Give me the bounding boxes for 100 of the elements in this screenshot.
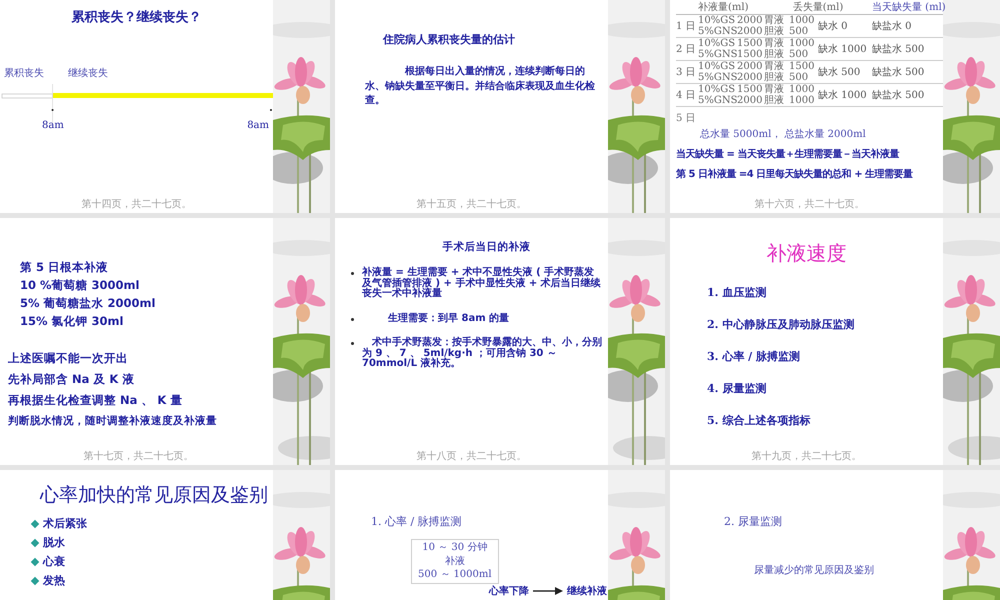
table-cell-text: 3 日 — [676, 66, 697, 79]
timeline-label: 继续丧失 — [68, 66, 108, 80]
list-item: 3. 心率 / 脉搏监测 — [707, 349, 801, 364]
text-line: 判断脱水情况，随时调整补液速度及补液量 — [8, 414, 218, 428]
arrow-icon — [533, 586, 563, 594]
slide-thumbnail[interactable]: 补液速度 1. 血压监测 2. 中心静脉压及肺动脉压监测 3. 心率 / 脉搏监测 4. 尿量监测 5. 综合上述各项指标 第十九页，共二十七页。 — [670, 218, 1000, 465]
bullet-text: 术中手术野蒸发：按手术野暴露的大、中、小，分别为 9 、 7 、 5ml/kg·h ；可用含钠 30 ～ 70mmol/L 液补充。 — [362, 338, 603, 370]
note-text: 10 ～ 30 分钟 — [422, 541, 488, 554]
slide-thumbnail[interactable] — [670, 0, 1000, 213]
table-cell: 10%GS — [698, 38, 734, 49]
slide-thumbnail[interactable]: 累积丧失？继续丧失？ 累积丧失 继续丧失 8am 8am 第十四页，共二十七页。 — [0, 0, 330, 213]
slide-title: 手术后当日的补液 — [442, 240, 532, 254]
text-line: 15% 氯化钾 30ml — [20, 314, 124, 329]
note-text: 补液 — [444, 554, 465, 568]
list-item: 心衰 — [43, 554, 65, 569]
table-cell-text: 500 — [789, 49, 810, 60]
list-item: 1. 血压监测 — [707, 285, 768, 300]
formula-text: 第 5 日补液量 =4 日里每天缺失量的总和 + 生理需要量 — [676, 167, 914, 181]
table-cell-text: 500 — [789, 72, 810, 83]
table-cell-text: 缺水 1000 — [818, 88, 868, 102]
table-cell: 1500 — [789, 61, 815, 72]
table-cell-text: 500 — [789, 26, 810, 37]
table-cell: 1000 — [789, 38, 815, 49]
table-cell-text: 胃液 — [764, 61, 785, 72]
text-line: 10 %葡萄糖 3000ml — [20, 278, 140, 293]
table-cell: 2000 — [737, 61, 763, 72]
table-cell-text: 胆液 — [764, 26, 785, 37]
table-cell-text: 缺盐水 500 — [872, 42, 926, 56]
slide-thumbnail[interactable]: 2. 尿量监测 尿量减少的常见原因及鉴别 — [670, 470, 1000, 600]
bullet-icon — [351, 318, 354, 320]
bullet-text: 生理需要：到早 8am 的量 — [386, 314, 510, 324]
slide-thumbnail[interactable]: 心率加快的常见原因及鉴别 术后紧张 脱水 心衰 发热 — [0, 470, 330, 600]
column-header: 当天缺失量 (ml) — [872, 0, 946, 14]
table-cell-text: 缺水 0 — [818, 20, 849, 33]
slide-thumbnail[interactable]: 第 5 日根本补液 10 %葡萄糖 3000ml 5% 葡萄糖盐水 2000ml 15% 氯化钾 30ml 上述医嘱不能一次开出 先补局部含 Na 及 K 液 再根据生化检查调整 Na 、 K 量 判断脱水情况，随时调整补液速度及补液量 第十七页，共二十七页。 — [0, 218, 330, 465]
table-cell-text: 胃液 — [764, 15, 785, 26]
table-cell: 1000 — [789, 15, 815, 26]
list-item: 术后紧张 — [43, 516, 87, 531]
slide-heading: 2. 尿量监测 — [724, 514, 783, 529]
bullet-text: 补液量 = 生理需要 + 术中不显性失液 ( 手术野蒸发及气管插管排液 ) + 手术中显性失液 + 术后当日继续丧失一术中补液量 — [362, 268, 602, 300]
page-number: 第十五页，共二十七页。 — [416, 198, 526, 211]
table-cell: 1500 — [737, 84, 763, 95]
table-cell-text: 胃液 — [764, 84, 785, 95]
totals-text: 总水量 5000ml， 总盐水量 2000ml — [700, 128, 867, 141]
list-item: 4. 尿量监测 — [707, 381, 768, 396]
list-item: 5. 综合上述各项指标 — [707, 413, 812, 428]
table-cell: 1500 — [737, 38, 763, 49]
timeline-label: 累积丧失 — [4, 66, 44, 80]
slide-title: 心率加快的常见原因及鉴别 — [40, 483, 269, 508]
table-cell-text: 胆液 — [764, 49, 785, 60]
column-header: 丢失量(ml) — [792, 0, 844, 14]
bullet-icon — [351, 272, 354, 275]
note-text: 500 ～ 1000ml — [418, 568, 492, 582]
slide-title: 累积丧失？继续丧失？ — [70, 9, 202, 26]
time-label: 8am — [247, 120, 269, 131]
table-cell: 1000 — [789, 95, 815, 106]
table-cell: 10%GS — [698, 15, 734, 26]
page-number: 第十七页，共二十七页。 — [84, 450, 194, 463]
result-text: 心率下降 — [489, 584, 529, 598]
table-cell-text: 缺盐水 0 — [872, 20, 913, 33]
page-number: 第十六页，共二十七页。 — [754, 198, 864, 211]
table-cell: 2000 — [737, 72, 763, 83]
table-cell: 1000 — [789, 84, 815, 95]
column-header: 补液量(ml) — [698, 0, 750, 14]
table-cell-text: 缺水 500 — [818, 66, 862, 79]
table-cell: 1500 — [737, 49, 763, 60]
table-cell: 10%GS — [698, 61, 734, 72]
table-cell-text: 胆液 — [764, 72, 785, 83]
text-line: 5% 葡萄糖盐水 2000ml — [20, 296, 156, 311]
slide-title: 住院病人累积丧失量的估计 — [383, 32, 516, 47]
text-line: 第 5 日根本补液 — [20, 260, 110, 275]
text-line: 上述医嘱不能一次开出 — [8, 351, 129, 366]
paragraph: 根据每日出入量的情况，连续判断每日的水、钠缺失量至平衡日。并结合临床表现及血生化检查。 — [365, 65, 596, 108]
list-item: 2. 中心静脉压及肺动脉压监测 — [707, 317, 856, 332]
slide-title: 补液速度 — [766, 240, 848, 267]
page-number: 第十四页，共二十七页。 — [82, 198, 192, 211]
slide-thumbnail[interactable]: 手术后当日的补液 补液量 = 生理需要 + 术中不显性失液 ( 手术野蒸发及气管插管排液 ) + 手术中显性失液 + 术后当日继续丧失一术中补液量 生理需要：到早 8am 的量 术中手术野蒸发：按手术野暴露的大、中、小，分别为 9 、 7 、 5ml/kg·h ；可用含钠 30 ～ 70mmol/L 液补充。 第十八页，共二十七页。 — [335, 218, 665, 465]
text-line: 先补局部含 Na 及 K 液 — [8, 372, 136, 387]
list-item: 脱水 — [43, 535, 65, 550]
table-cell-text: 4 日 — [676, 89, 697, 102]
page-number: 第十九页，共二十七页。 — [752, 450, 862, 463]
bullet-icon — [351, 342, 354, 345]
time-label: 8am — [42, 120, 64, 131]
formula-text: 当天缺失量 = 当天丧失量＋生理需要量－当天补液量 — [676, 147, 900, 161]
table-cell-text: 缺水 1000 — [818, 42, 868, 56]
table-cell-text: 2 日 — [676, 43, 697, 56]
subtitle-text: 尿量减少的常见原因及鉴别 — [754, 564, 875, 577]
table-cell-text: 胆液 — [764, 95, 785, 106]
table-cell-text: 缺盐水 500 — [872, 88, 926, 102]
day-label: 5 日 — [676, 112, 697, 125]
list-item: 发热 — [43, 573, 65, 588]
table-cell: 2000 — [737, 15, 763, 26]
table-cell-text: 1 日 — [676, 20, 697, 33]
slide-heading: 1. 心率 / 脉搏监测 — [371, 514, 463, 529]
slide-thumbnail[interactable]: 住院病人累积丧失量的估计 根据每日出入量的情况，连续判断每日的水、钠缺失量至平衡日。并结合临床表现及血生化检查。 第十五页，共二十七页。 — [335, 0, 665, 213]
text-line: 再根据生化检查调整 Na 、 K 量 — [8, 393, 184, 408]
slide-thumbnail[interactable]: 1. 心率 / 脉搏监测 10 ～ 30 分钟 补液 500 ～ 1000ml 心率下降 继续补液 — [335, 470, 665, 600]
table-cell: 2000 — [737, 95, 763, 106]
page-number: 第十八页，共二十七页。 — [416, 450, 526, 463]
action-text: 继续补液 — [567, 584, 607, 598]
